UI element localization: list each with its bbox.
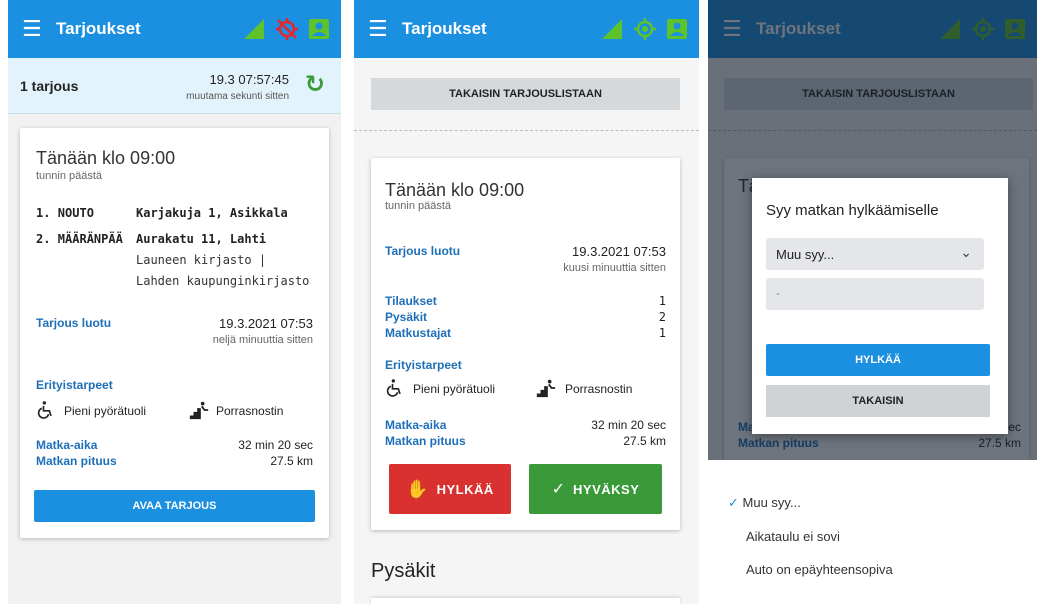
stair-lift-icon [535, 377, 557, 399]
dialog-title: Syy matkan hylkäämiselle [766, 202, 939, 219]
need-label: Porrasnostin [216, 404, 284, 418]
need-label: Pieni pyörätuoli [413, 382, 496, 396]
chevron-down-icon: ⌄ [960, 244, 972, 260]
offer-time: Tänään klo 09:00 [385, 180, 525, 200]
dialog-back-button[interactable]: TAKAISIN [766, 385, 990, 417]
app-title: Tarjoukset [402, 19, 487, 38]
duration-value: 32 min 20 sec [238, 438, 313, 452]
reason-option[interactable]: Aikataulu ei sovi [746, 529, 840, 544]
signal-icon [599, 17, 625, 41]
duration-label: Matka-aika [36, 438, 98, 452]
created-label: Tarjous luotu [36, 316, 112, 330]
need-label: Pieni pyörätuoli [64, 404, 147, 418]
stair-lift-icon [188, 399, 210, 421]
offer-list-screen: ☰ Tarjoukset 1 tarjous 19.3 07:57:45 muu… [8, 0, 341, 604]
offer-card[interactable]: Tänään klo 09:00 tunnin päästä 1. NOUTO … [20, 128, 329, 538]
special-needs-label: Erityistarpeet [36, 378, 113, 392]
reject-reason-dialog: Syy matkan hylkäämiselle Muu syy... ⌄ - … [752, 178, 1008, 434]
passengers-label: Matkustajat [385, 326, 452, 340]
reason-option-selected[interactable]: ✓ Muu syy... [728, 495, 801, 511]
updated-ago: muutama sekunti sitten [186, 91, 289, 102]
length-value: 27.5 km [623, 434, 666, 448]
offer-count: 1 tarjous [20, 78, 79, 94]
offer-time: Tänään klo 09:00 [36, 148, 176, 168]
offer-detail-card: Tänään klo 09:00 tunnin päästä Tarjous l… [371, 158, 680, 530]
passengers-value: 1 [658, 326, 666, 340]
orders-value: 1 [658, 294, 666, 308]
created-label: Tarjous luotu [385, 244, 461, 258]
gps-icon [633, 17, 657, 41]
created-ago: kuusi minuuttia sitten [563, 262, 666, 274]
duration-value: 32 min 20 sec [591, 418, 666, 432]
stop-address: Karjakuja 1, Asikkala [136, 206, 288, 220]
wheelchair-icon [385, 378, 405, 398]
reject-offer-button[interactable]: ✋ HYLKÄÄ [389, 464, 511, 514]
refresh-icon[interactable]: ↻ [305, 70, 325, 99]
updated-time: 19.3 07:57:45 [209, 72, 289, 87]
accept-offer-button[interactable]: ✓ HYVÄKSY [529, 464, 662, 514]
app-bar: ☰ Tarjoukset [354, 0, 699, 58]
length-value: 27.5 km [270, 454, 313, 468]
offer-detail-screen: ☰ Tarjoukset TAKAISIN TARJOUSLISTAAN Tän… [354, 0, 699, 604]
stops-heading: Pysäkit [371, 560, 436, 582]
stop-address: Aurakatu 11, Lahti [136, 232, 267, 246]
stops-section-edge [371, 598, 680, 604]
signal-icon [241, 17, 267, 41]
need-label: Porrasnostin [565, 382, 633, 396]
stops-label: Pysäkit [385, 310, 428, 324]
created-value: 19.3.2021 07:53 [219, 316, 313, 331]
reason-options-list: ✓ Muu syy... Aikataulu ei sovi Auto on e… [720, 488, 1020, 598]
menu-icon[interactable]: ☰ [368, 16, 392, 42]
special-needs-label: Erityistarpeet [385, 358, 462, 372]
stops-value: 2 [658, 310, 666, 324]
length-label: Matkan pituus [385, 434, 466, 448]
stop-row: 1. NOUTO [36, 206, 94, 220]
stop-row: 2. MÄÄRÄNPÄÄ [36, 232, 123, 246]
reason-select[interactable]: Muu syy... ⌄ [766, 238, 984, 270]
check-icon: ✓ [551, 481, 566, 498]
open-offer-button[interactable]: AVAA TARJOUS [34, 490, 315, 522]
offer-time-relative: tunnin päästä [36, 170, 103, 182]
back-to-list-button[interactable]: TAKAISIN TARJOUSLISTAAN [371, 78, 680, 110]
divider [354, 130, 699, 131]
app-bar: ☰ Tarjoukset [8, 0, 341, 58]
gps-off-icon [275, 17, 299, 41]
list-status-bar: 1 tarjous 19.3 07:57:45 muutama sekunti … [8, 58, 341, 114]
offer-time-relative: tunnin päästä [385, 200, 452, 212]
created-value: 19.3.2021 07:53 [572, 244, 666, 259]
length-label: Matkan pituus [36, 454, 117, 468]
duration-label: Matka-aika [385, 418, 447, 432]
menu-icon[interactable]: ☰ [22, 16, 46, 42]
check-icon: ✓ [728, 495, 739, 510]
app-title: Tarjoukset [56, 19, 141, 38]
profile-icon[interactable] [307, 17, 331, 41]
created-ago: neljä minuuttia sitten [212, 334, 313, 346]
orders-label: Tilaukset [385, 294, 437, 308]
reject-dialog-screen: ☰ Tarjoukset TAKAISIN TARJOUSLISTAAN Tän… [708, 0, 1037, 460]
reason-text-field[interactable]: - [766, 278, 984, 310]
hand-stop-icon: ✋ [406, 478, 429, 499]
profile-icon[interactable] [665, 17, 689, 41]
reason-option[interactable]: Auto on epäyhteensopiva [746, 562, 893, 577]
stop-note: Launeen kirjasto | Lahden kaupunginkirja… [136, 253, 310, 288]
wheelchair-icon [36, 400, 56, 420]
confirm-reject-button[interactable]: HYLKÄÄ [766, 344, 990, 376]
